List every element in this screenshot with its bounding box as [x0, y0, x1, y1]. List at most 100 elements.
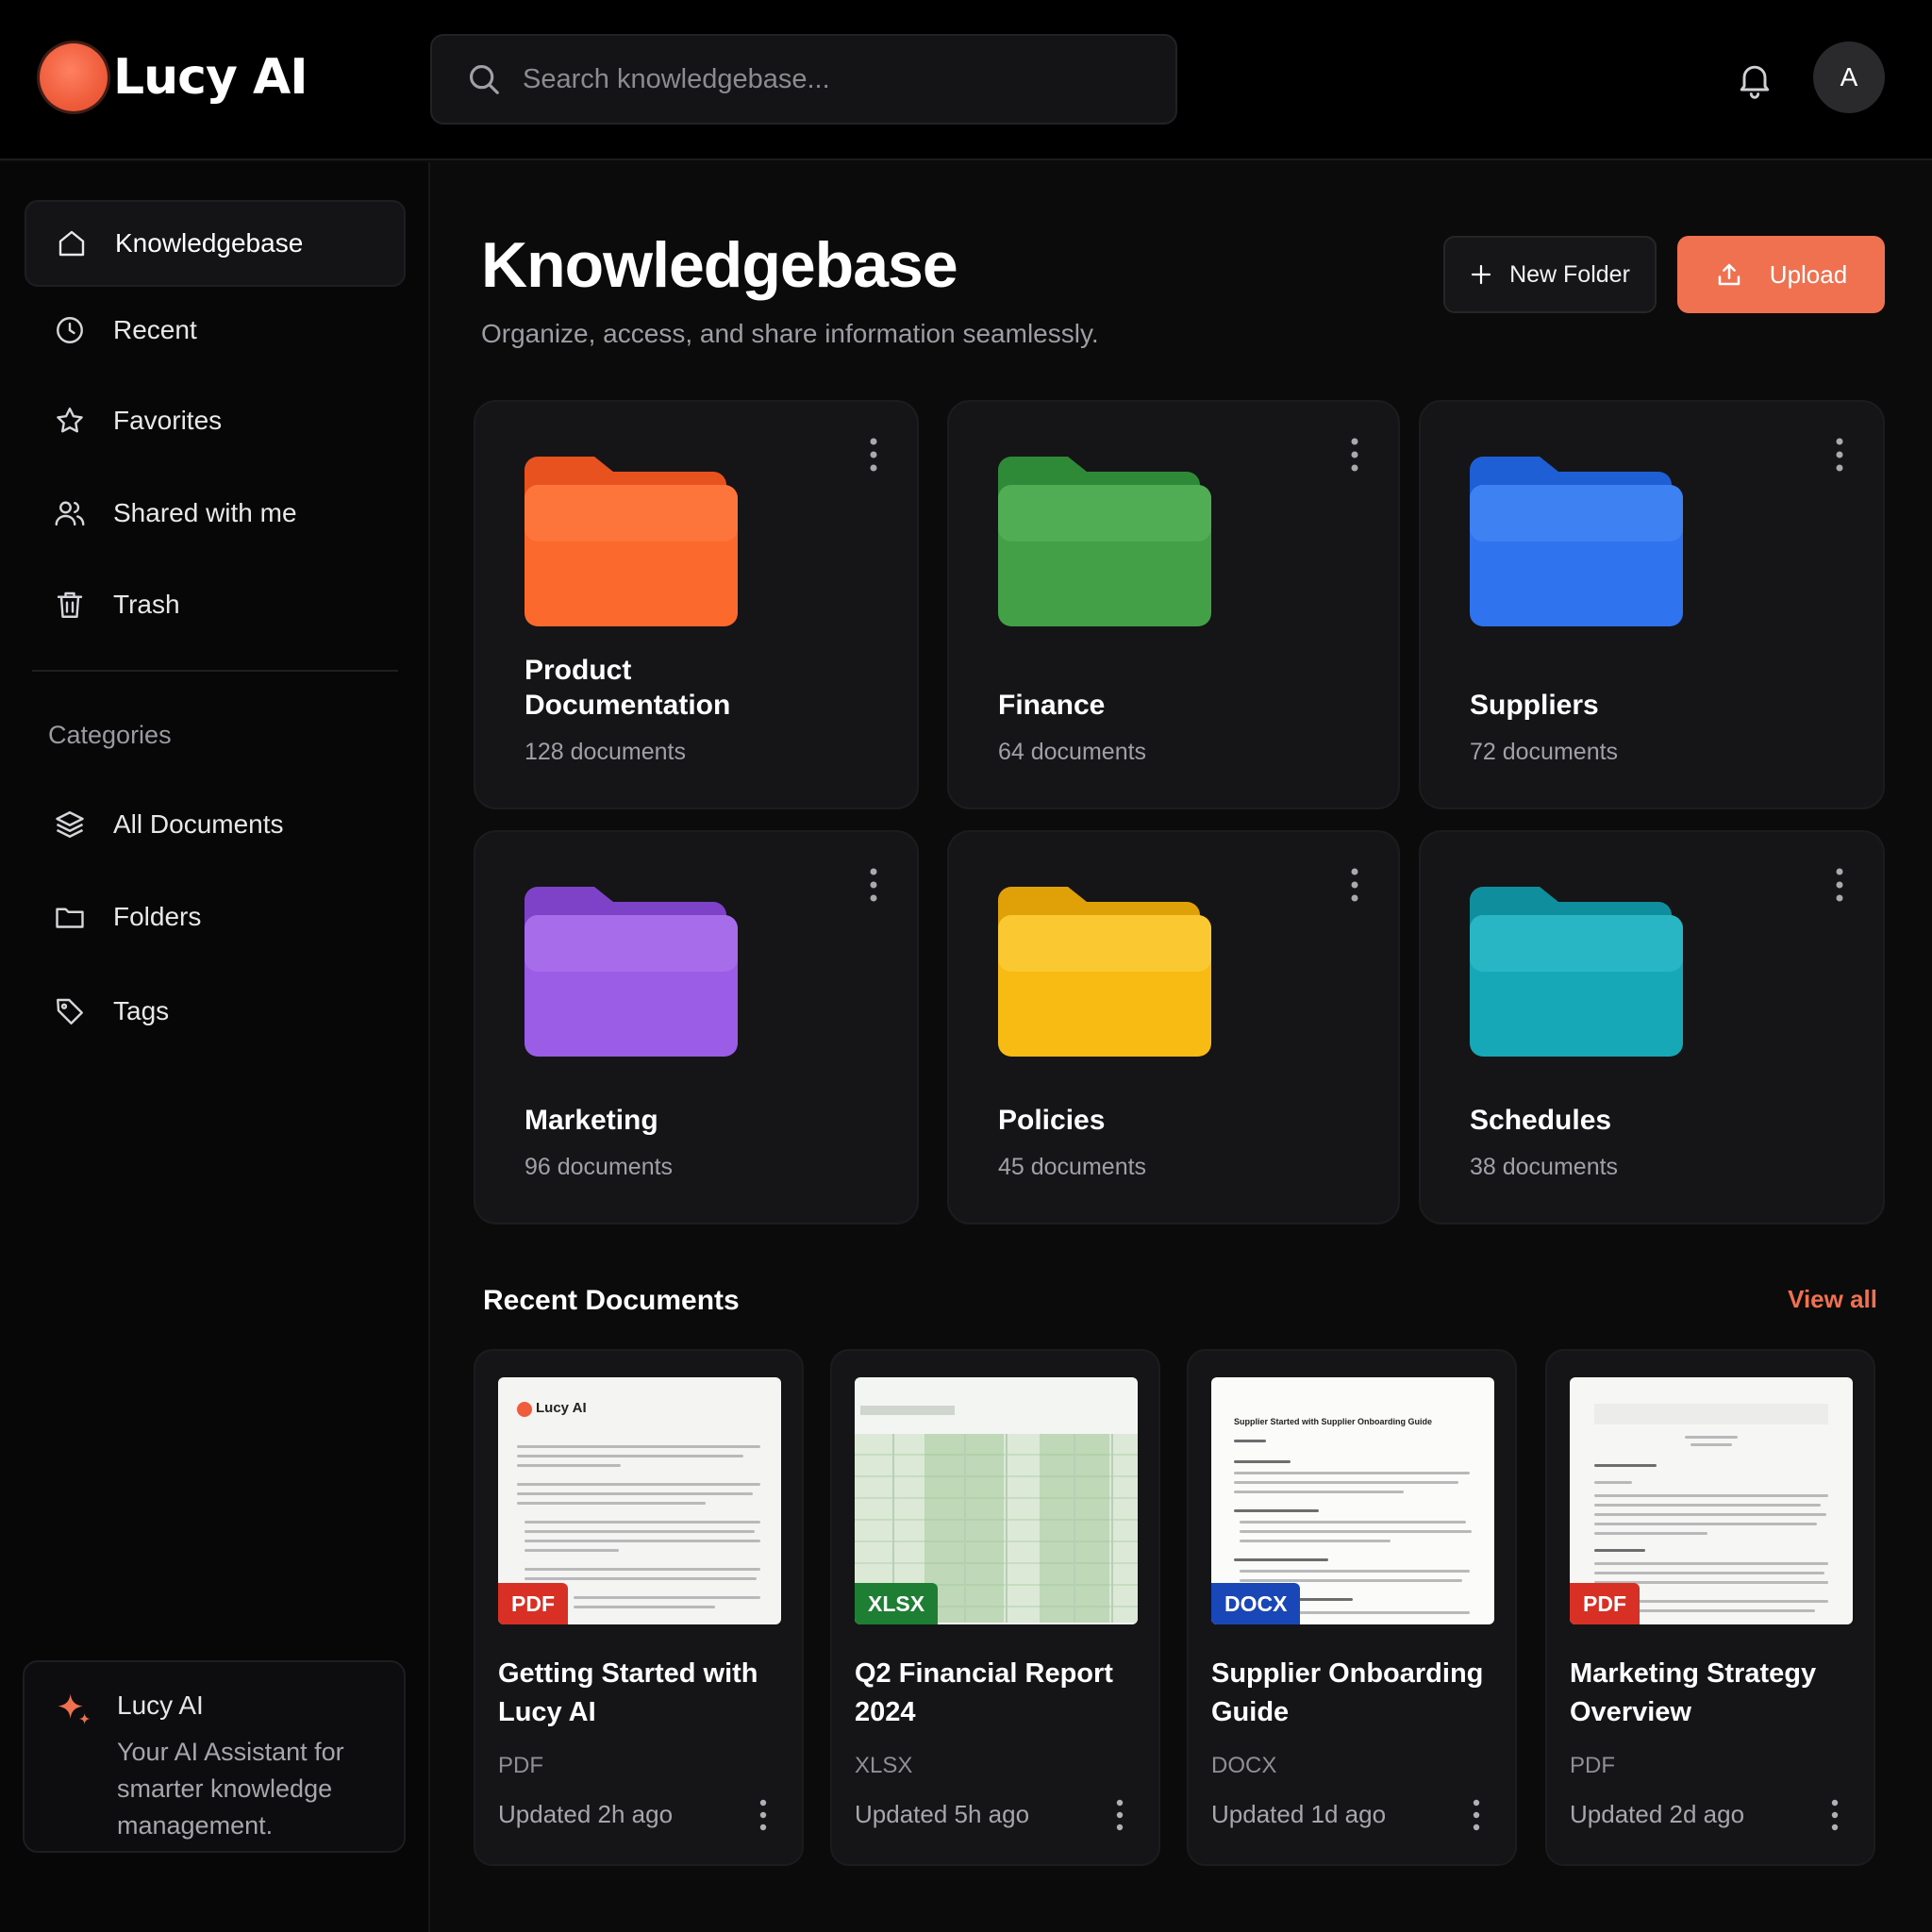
ai-assistant-card[interactable]: Lucy AI Your AI Assistant for smarter kn…: [23, 1660, 406, 1853]
more-options-icon[interactable]: [1472, 1798, 1481, 1832]
thumbnail-heading: Supplier Started with Supplier Onboardin…: [1234, 1417, 1433, 1426]
recent-documents-heading: Recent Documents: [483, 1285, 740, 1316]
sidebar-item-label: Knowledgebase: [115, 228, 304, 258]
sidebar-divider: [32, 670, 398, 672]
assistant-title: Lucy AI: [117, 1690, 204, 1720]
folder-count: 64 documents: [998, 739, 1147, 765]
folder-icon: [525, 457, 738, 626]
folder-card-suppliers[interactable]: Suppliers 72 documents: [1419, 400, 1885, 809]
view-all-link[interactable]: View all: [1788, 1285, 1877, 1314]
document-thumbnail: XLSX: [855, 1377, 1138, 1624]
folder-icon: [998, 457, 1211, 626]
folder-icon: [525, 887, 738, 1057]
folder-name: Suppliers: [1470, 690, 1599, 721]
more-options-icon[interactable]: [1349, 866, 1360, 904]
more-options-icon[interactable]: [868, 866, 879, 904]
more-options-icon[interactable]: [1830, 1798, 1840, 1832]
trash-icon: [57, 591, 83, 618]
new-folder-label: New Folder: [1509, 260, 1630, 288]
star-icon: [57, 408, 83, 433]
folder-name: Product Documentation: [525, 655, 731, 721]
more-options-icon[interactable]: [1834, 436, 1845, 474]
document-title: Marketing Strategy Overview: [1570, 1658, 1817, 1727]
upload-icon: [1718, 263, 1740, 286]
folder-count: 72 documents: [1470, 739, 1619, 765]
notification-bell-icon[interactable]: [1734, 58, 1775, 100]
file-type-badge: XLSX: [855, 1583, 939, 1624]
sidebar-item-favorites[interactable]: Favorites: [25, 377, 406, 464]
search-bar[interactable]: [430, 34, 1177, 125]
sidebar-item-trash[interactable]: Trash: [25, 561, 406, 648]
thumbnail-heading: Lucy AI: [536, 1400, 587, 1416]
layers-icon: [56, 811, 84, 838]
sidebar-item-label: Favorites: [113, 406, 223, 435]
folder-card-finance[interactable]: Finance 64 documents: [947, 400, 1400, 809]
folder-card-product-documentation[interactable]: Product Documentation 128 documents: [474, 400, 919, 809]
document-card[interactable]: Lucy AI PDF Getting Started with Lucy AI…: [474, 1349, 804, 1866]
search-icon: [469, 64, 499, 94]
file-type-badge: PDF: [498, 1583, 568, 1624]
document-updated: Updated 2h ago: [498, 1800, 674, 1828]
sidebar-item-recent[interactable]: Recent: [25, 287, 406, 374]
folder-name: Finance: [998, 690, 1106, 721]
folder-card-marketing[interactable]: Marketing 96 documents: [474, 830, 919, 1224]
document-updated: Updated 5h ago: [855, 1800, 1030, 1828]
document-thumbnail: Lucy AI PDF: [498, 1377, 781, 1624]
logo-text: Lucy AI: [113, 49, 308, 106]
folder-count: 128 documents: [525, 739, 686, 765]
document-updated: Updated 2d ago: [1570, 1800, 1745, 1828]
home-icon: [58, 230, 85, 257]
user-avatar[interactable]: A: [1813, 42, 1885, 113]
document-title: Supplier Onboarding Guide: [1211, 1658, 1484, 1727]
sidebar-item-label: Tags: [113, 996, 170, 1025]
users-icon: [55, 501, 85, 526]
sidebar-item-folders[interactable]: Folders: [25, 874, 406, 960]
clock-icon: [57, 317, 83, 343]
search-input[interactable]: [523, 63, 1126, 95]
upload-label: Upload: [1769, 259, 1848, 289]
folder-icon: [1470, 887, 1683, 1057]
file-type-badge: DOCX: [1211, 1583, 1301, 1624]
sidebar-item-shared-with-me[interactable]: Shared with me: [25, 470, 406, 557]
folder-count: 96 documents: [525, 1154, 674, 1180]
sidebar: Knowledgebase Recent Favorites Shared wi…: [0, 162, 430, 1932]
sidebar-item-knowledgebase[interactable]: Knowledgebase: [25, 200, 406, 287]
document-updated: Updated 1d ago: [1211, 1800, 1387, 1828]
more-options-icon[interactable]: [1115, 1798, 1124, 1832]
document-card[interactable]: PDF Marketing Strategy Overview PDF Upda…: [1545, 1349, 1875, 1866]
sidebar-item-label: Trash: [113, 590, 180, 619]
file-type-badge: PDF: [1570, 1583, 1640, 1624]
sidebar-item-label: Folders: [113, 902, 202, 931]
document-card[interactable]: Supplier Started with Supplier Onboardin…: [1187, 1349, 1517, 1866]
document-type: PDF: [1570, 1753, 1615, 1778]
logo[interactable]: Lucy AI: [40, 43, 308, 111]
more-options-icon[interactable]: [1834, 866, 1845, 904]
assistant-description: Your AI Assistant for smarter knowledge …: [117, 1738, 344, 1840]
sparkle-icon: [58, 1693, 91, 1724]
categories-heading: Categories: [48, 721, 172, 749]
sidebar-item-label: All Documents: [113, 809, 284, 839]
folder-card-policies[interactable]: Policies 45 documents: [947, 830, 1400, 1224]
folder-name: Policies: [998, 1105, 1106, 1136]
folder-name: Marketing: [525, 1105, 658, 1136]
plus-icon: [1471, 264, 1491, 285]
more-options-icon[interactable]: [1349, 436, 1360, 474]
logo-mark-icon: [40, 43, 108, 111]
document-card[interactable]: XLSX Q2 Financial Report 2024 XLSX Updat…: [830, 1349, 1160, 1866]
sidebar-item-label: Shared with me: [113, 498, 297, 527]
folder-icon: [998, 887, 1211, 1057]
folder-icon: [1470, 457, 1683, 626]
more-options-icon[interactable]: [758, 1798, 768, 1832]
more-options-icon[interactable]: [868, 436, 879, 474]
new-folder-button[interactable]: New Folder: [1443, 236, 1657, 313]
sidebar-item-tags[interactable]: Tags: [25, 968, 406, 1055]
upload-button[interactable]: Upload: [1677, 236, 1885, 313]
document-thumbnail: Supplier Started with Supplier Onboardin…: [1211, 1377, 1494, 1624]
page-title: Knowledgebase: [481, 229, 958, 301]
document-type: PDF: [498, 1753, 543, 1778]
document-title: Getting Started with Lucy AI: [498, 1658, 758, 1727]
folder-count: 38 documents: [1470, 1154, 1619, 1180]
sidebar-item-all-documents[interactable]: All Documents: [25, 781, 406, 868]
main-content: Knowledgebase Organize, access, and shar…: [432, 162, 1932, 1932]
folder-card-schedules[interactable]: Schedules 38 documents: [1419, 830, 1885, 1224]
